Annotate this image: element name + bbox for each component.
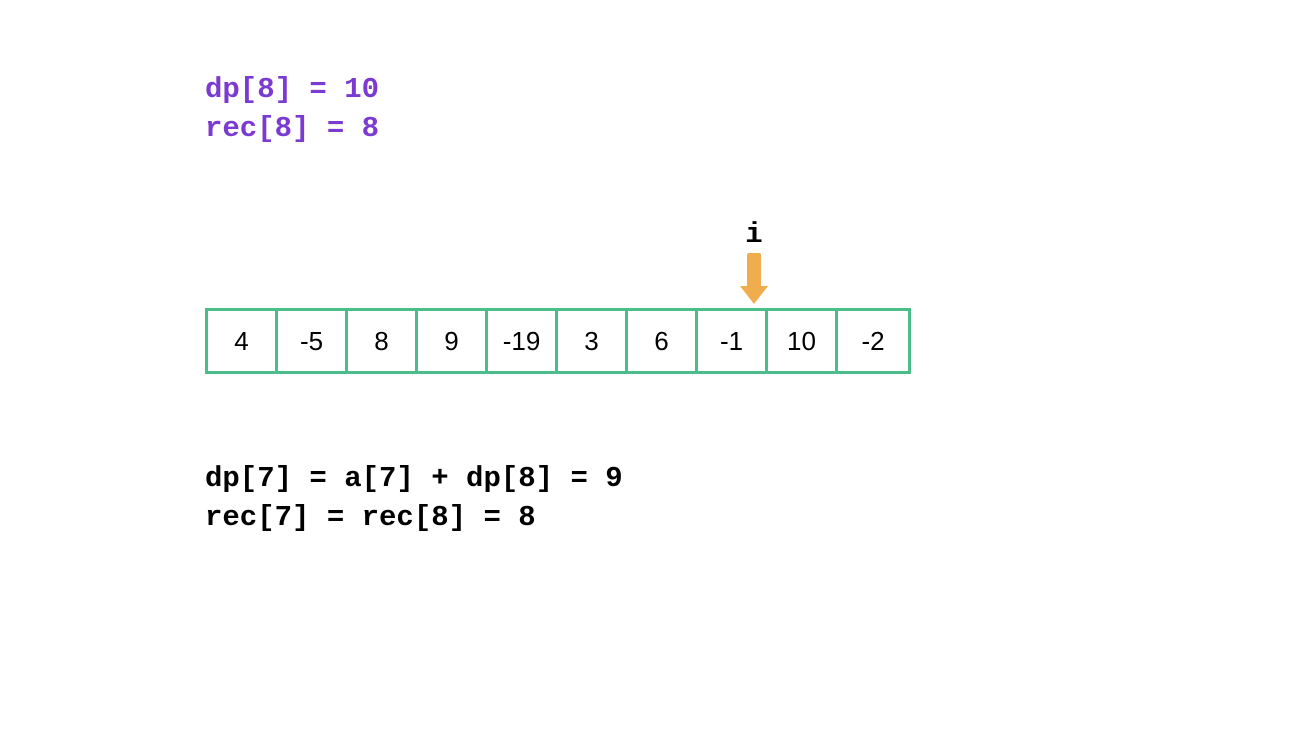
array-cell: -19 (488, 311, 558, 371)
arrow-down-icon (740, 253, 768, 304)
rec-calc-line: rec[7] = rec[8] = 8 (205, 498, 911, 537)
array-cell: 4 (208, 311, 278, 371)
array-cell: -5 (278, 311, 348, 371)
array-cell: 6 (628, 311, 698, 371)
array-cell: 8 (348, 311, 418, 371)
array-cell: 10 (768, 311, 838, 371)
array-cell: 9 (418, 311, 488, 371)
array-cell: 3 (558, 311, 628, 371)
rec-line: rec[8] = 8 (205, 109, 911, 148)
index-label: i (745, 218, 762, 251)
dp-calc-line: dp[7] = a[7] + dp[8] = 9 (205, 459, 911, 498)
dp-rec-state: dp[8] = 10 rec[8] = 8 (205, 70, 911, 148)
dp-line: dp[8] = 10 (205, 70, 911, 109)
calculation-text: dp[7] = a[7] + dp[8] = 9 rec[7] = rec[8]… (205, 459, 911, 537)
pointer-section: i (205, 218, 911, 308)
array-cell: -2 (838, 311, 908, 371)
array-row: 4-589-1936-110-2 (205, 308, 911, 374)
array-cell: -1 (698, 311, 768, 371)
